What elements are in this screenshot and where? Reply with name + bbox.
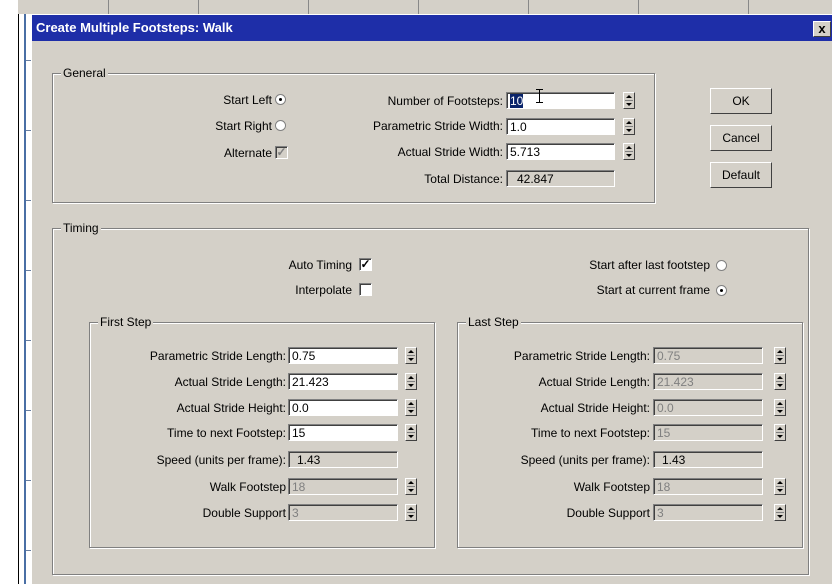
first-actual-stride-height-label: Actual Stride Height:: [176, 401, 286, 415]
background-toolbar: [18, 0, 832, 14]
num-footsteps-input[interactable]: 10: [506, 92, 615, 109]
first-param-stride-length-label: Parametric Stride Length:: [149, 349, 286, 363]
first-param-stride-length-spinner[interactable]: [405, 347, 417, 364]
num-footsteps-value: 10: [510, 94, 524, 108]
actual-stride-width-input[interactable]: 5.713: [506, 143, 615, 160]
dialog-titlebar[interactable]: Create Multiple Footsteps: Walk x: [32, 15, 832, 41]
first-actual-stride-height-spinner[interactable]: [405, 399, 417, 416]
last-double-support-spinner[interactable]: [774, 504, 786, 521]
start-after-last-label: Start after last footstep: [589, 258, 710, 272]
last-walk-footstep-input[interactable]: 18: [653, 478, 763, 495]
last-actual-stride-length-spinner[interactable]: [774, 373, 786, 390]
first-walk-footstep-input[interactable]: 18: [288, 478, 398, 495]
num-footsteps-spinner[interactable]: [623, 92, 635, 109]
default-button[interactable]: Default: [710, 162, 772, 188]
last-param-stride-length-label: Parametric Stride Length:: [513, 349, 650, 363]
last-actual-stride-height-spinner[interactable]: [774, 399, 786, 416]
start-right-label: Start Right: [215, 119, 272, 133]
actual-stride-width-label: Actual Stride Width:: [397, 145, 503, 159]
text-cursor-icon: [539, 89, 540, 103]
num-footsteps-label: Number of Footsteps:: [387, 94, 503, 108]
last-param-stride-length-spinner[interactable]: [774, 347, 786, 364]
auto-timing-checkbox[interactable]: ✓: [359, 258, 372, 271]
last-time-next-label: Time to next Footstep:: [531, 426, 650, 440]
first-actual-stride-height-input[interactable]: 0.0: [288, 399, 398, 416]
first-double-support-label: Double Support: [202, 506, 286, 520]
first-step-group-label: First Step: [98, 315, 154, 329]
start-left-radio[interactable]: [275, 94, 286, 105]
last-actual-stride-height-label: Actual Stride Height:: [540, 401, 650, 415]
last-double-support-label: Double Support: [566, 506, 650, 520]
first-actual-stride-length-label: Actual Stride Length:: [174, 375, 286, 389]
last-time-next-input[interactable]: 15: [653, 424, 763, 441]
alternate-checkbox[interactable]: ✓: [275, 146, 288, 159]
actual-stride-width-spinner[interactable]: [623, 143, 635, 160]
auto-timing-label: Auto Timing: [288, 258, 352, 272]
create-footsteps-dialog: Create Multiple Footsteps: Walk x Genera…: [31, 15, 832, 584]
first-time-next-spinner[interactable]: [405, 424, 417, 441]
first-double-support-input[interactable]: 3: [288, 504, 398, 521]
alternate-label: Alternate: [223, 146, 272, 160]
interpolate-checkbox[interactable]: [359, 283, 372, 296]
start-after-last-radio[interactable]: [716, 260, 727, 271]
param-stride-width-spinner[interactable]: [623, 118, 635, 135]
total-distance-label: Total Distance:: [424, 172, 503, 186]
last-actual-stride-height-input[interactable]: 0.0: [653, 399, 763, 416]
first-actual-stride-length-input[interactable]: 21.423: [288, 373, 398, 390]
start-left-label: Start Left: [223, 93, 272, 107]
first-walk-footstep-spinner[interactable]: [405, 478, 417, 495]
text-cursor-top: [536, 89, 543, 90]
close-button[interactable]: x: [813, 21, 831, 37]
last-actual-stride-length-label: Actual Stride Length:: [538, 375, 650, 389]
last-step-group-label: Last Step: [466, 315, 521, 329]
text-cursor-bottom: [536, 102, 543, 103]
last-param-stride-length-input[interactable]: 0.75: [653, 347, 763, 364]
param-stride-width-label: Parametric Stride Width:: [372, 119, 503, 133]
last-walk-footstep-label: Walk Footstep: [573, 480, 650, 494]
last-actual-stride-length-input[interactable]: 21.423: [653, 373, 763, 390]
first-speed-value: 1.43: [288, 451, 398, 468]
last-speed-value: 1.43: [653, 451, 763, 468]
first-actual-stride-length-spinner[interactable]: [405, 373, 417, 390]
first-speed-label: Speed (units per frame):: [156, 453, 286, 467]
start-right-radio[interactable]: [275, 120, 286, 131]
start-at-current-radio[interactable]: [716, 285, 727, 296]
background-ruler: [24, 14, 26, 584]
dialog-title: Create Multiple Footsteps: Walk: [36, 20, 233, 35]
total-distance-value: 42.847: [506, 170, 615, 187]
last-speed-label: Speed (units per frame):: [520, 453, 650, 467]
first-time-next-input[interactable]: 15: [288, 424, 398, 441]
interpolate-label: Interpolate: [295, 283, 352, 297]
first-time-next-label: Time to next Footstep:: [167, 426, 286, 440]
last-walk-footstep-spinner[interactable]: [774, 478, 786, 495]
ok-button[interactable]: OK: [710, 88, 772, 114]
timing-group-label: Timing: [61, 221, 101, 235]
start-at-current-label: Start at current frame: [596, 283, 710, 297]
first-param-stride-length-input[interactable]: 0.75: [288, 347, 398, 364]
last-time-next-spinner[interactable]: [774, 424, 786, 441]
param-stride-width-input[interactable]: 1.0: [506, 118, 615, 135]
cancel-button[interactable]: Cancel: [710, 125, 772, 151]
general-group-label: General: [61, 66, 108, 80]
last-double-support-input[interactable]: 3: [653, 504, 763, 521]
first-walk-footstep-label: Walk Footstep: [209, 480, 286, 494]
background-left-panel: [0, 0, 19, 584]
first-double-support-spinner[interactable]: [405, 504, 417, 521]
